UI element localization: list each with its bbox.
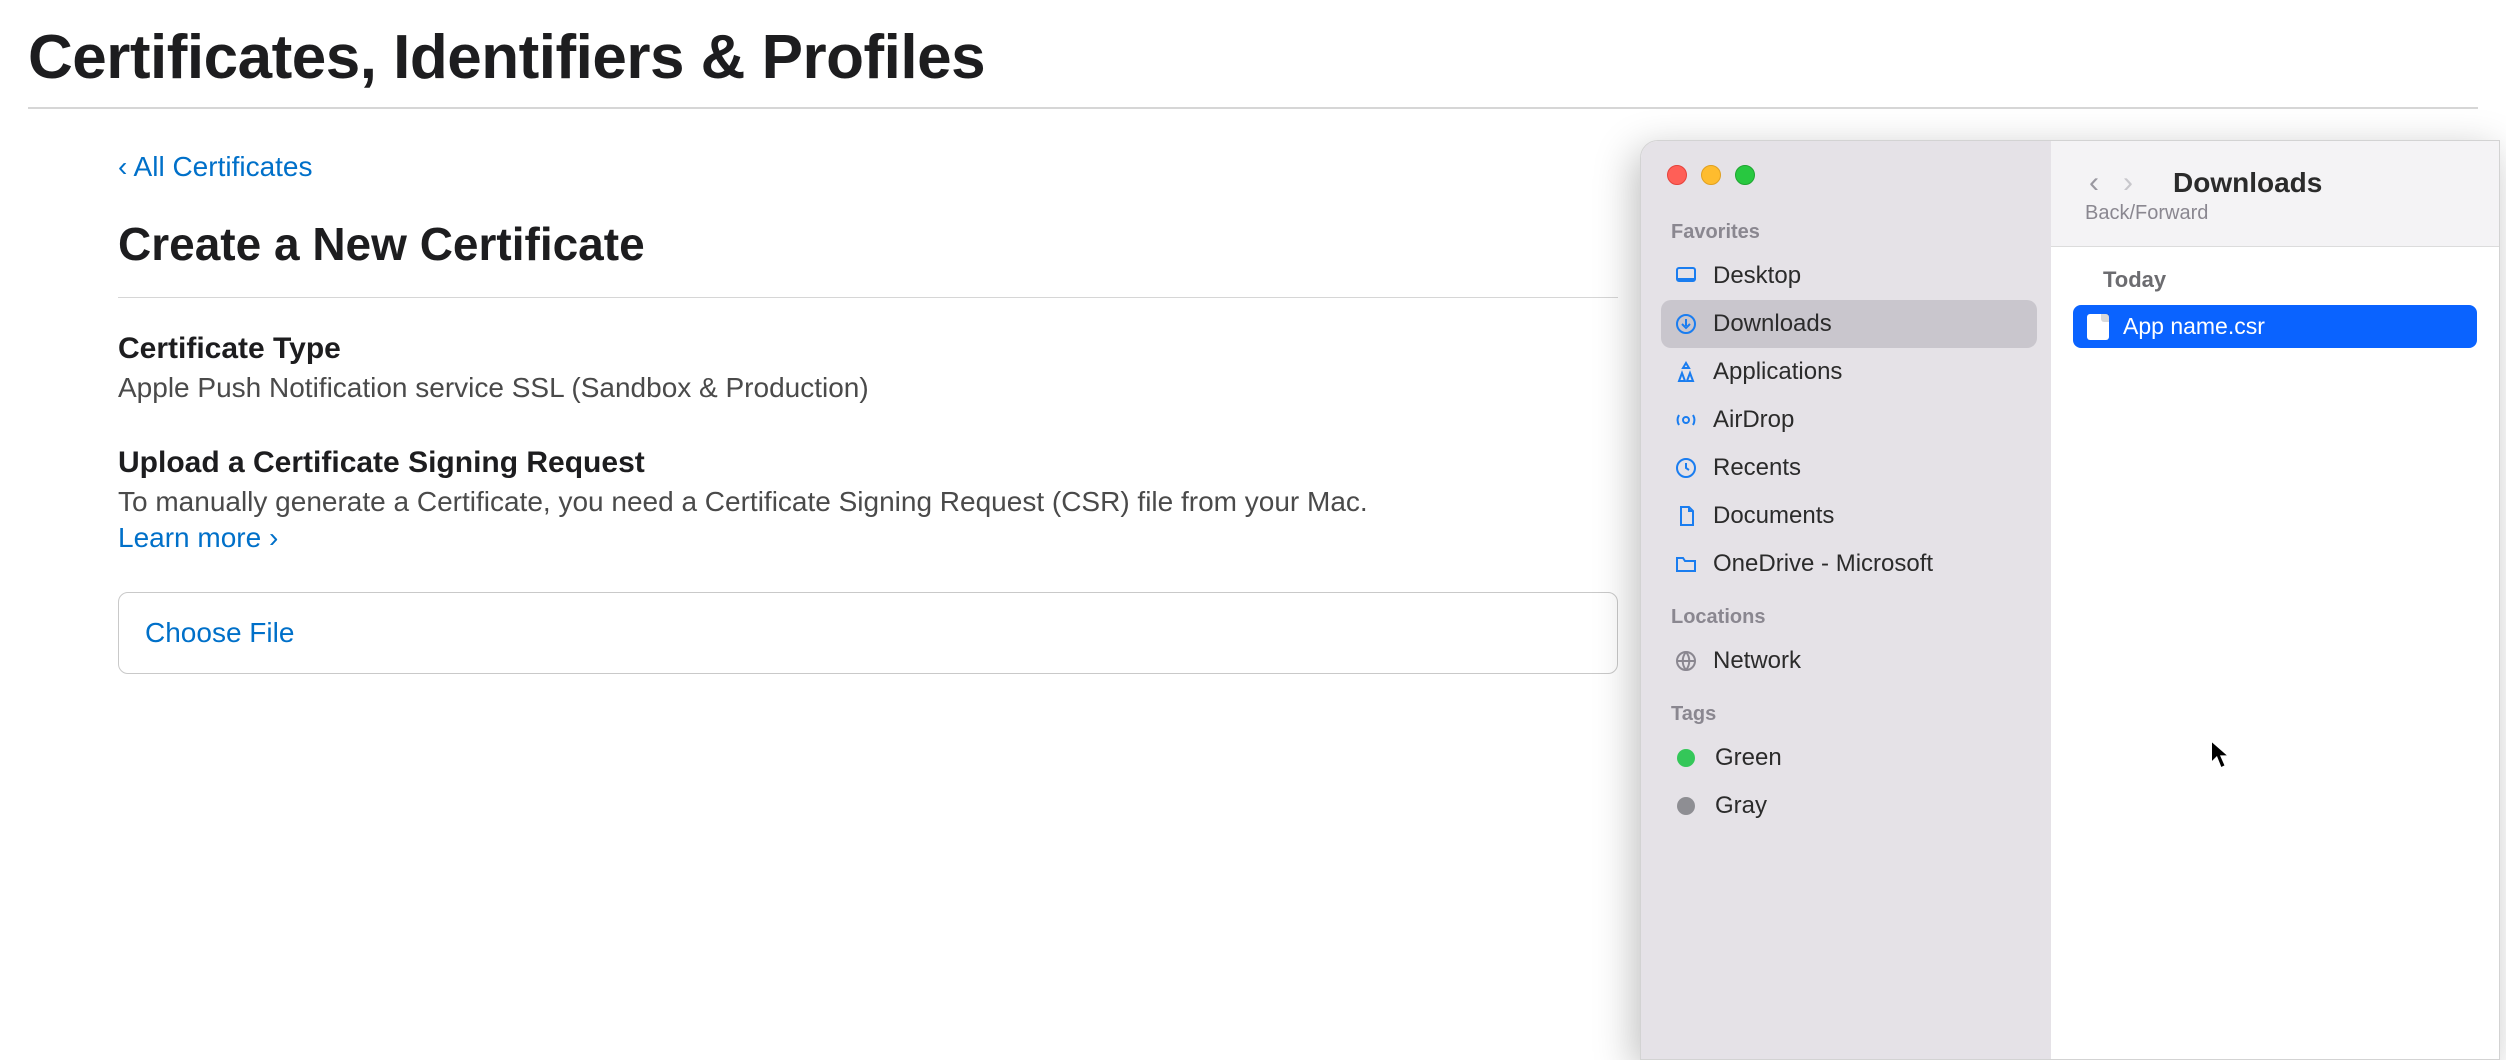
finder-main-pane: ‹ › Downloads Back/Forward Today App nam… (2051, 141, 2499, 1059)
learn-more-link[interactable]: Learn more › (118, 522, 278, 554)
nav-back-button[interactable]: ‹ (2085, 166, 2103, 200)
page-content: ‹ All Certificates Create a New Certific… (118, 151, 1618, 674)
tag-dot-green-icon (1677, 749, 1695, 767)
sidebar-section-tags: Tags (1671, 703, 2037, 726)
network-icon (1673, 648, 1699, 674)
page-title: Certificates, Identifiers & Profiles (28, 22, 2478, 93)
sidebar-item-downloads[interactable]: Downloads (1661, 300, 2037, 348)
window-minimize-button[interactable] (1701, 165, 1721, 185)
sidebar-section-locations: Locations (1671, 606, 2037, 629)
sidebar-item-label: Gray (1715, 792, 1767, 820)
sidebar-item-onedrive[interactable]: OneDrive - Microsoft (1661, 540, 2037, 588)
sidebar-item-network[interactable]: Network (1661, 637, 2037, 685)
sidebar-item-label: Documents (1713, 502, 1834, 530)
airdrop-icon (1673, 407, 1699, 433)
sidebar-item-label: Network (1713, 647, 1801, 675)
applications-icon (1673, 359, 1699, 385)
back-all-certificates-link[interactable]: ‹ All Certificates (118, 151, 313, 183)
desktop-icon (1673, 263, 1699, 289)
sidebar-item-recents[interactable]: Recents (1661, 444, 2037, 492)
file-group-label: Today (2103, 267, 2477, 293)
certificate-type-label: Certificate Type (118, 332, 1618, 366)
page-divider (28, 107, 2478, 109)
window-controls (1667, 165, 2037, 185)
sidebar-item-label: Recents (1713, 454, 1801, 482)
create-certificate-heading: Create a New Certificate (118, 217, 1618, 271)
sidebar-item-label: Applications (1713, 358, 1842, 386)
sidebar-item-label: Desktop (1713, 262, 1801, 290)
finder-toolbar: ‹ › Downloads Back/Forward (2051, 141, 2499, 247)
nav-forward-button[interactable]: › (2119, 166, 2137, 200)
file-row[interactable]: App name.csr (2073, 305, 2477, 348)
finder-back-forward-label: Back/Forward (2085, 202, 2481, 225)
sidebar-item-documents[interactable]: Documents (1661, 492, 2037, 540)
upload-csr-description: To manually generate a Certificate, you … (118, 486, 1618, 518)
sidebar-item-label: Downloads (1713, 310, 1832, 338)
sidebar-tag-green[interactable]: Green (1661, 734, 2037, 782)
downloads-icon (1673, 311, 1699, 337)
nav-arrows: ‹ › (2085, 166, 2137, 200)
folder-icon (1673, 551, 1699, 577)
sidebar-item-label: Green (1715, 744, 1782, 772)
sidebar-tag-gray[interactable]: Gray (1661, 782, 2037, 830)
sidebar-section-favorites: Favorites (1671, 221, 2037, 244)
file-name: App name.csr (2123, 313, 2265, 340)
window-close-button[interactable] (1667, 165, 1687, 185)
window-zoom-button[interactable] (1735, 165, 1755, 185)
sidebar-item-applications[interactable]: Applications (1661, 348, 2037, 396)
sidebar-item-desktop[interactable]: Desktop (1661, 252, 2037, 300)
finder-location-title: Downloads (2173, 167, 2322, 199)
finder-file-list[interactable]: Today App name.csr (2051, 247, 2499, 362)
file-icon (2087, 314, 2109, 340)
sidebar-item-airdrop[interactable]: AirDrop (1661, 396, 2037, 444)
choose-file-button[interactable]: Choose File (118, 592, 1618, 674)
documents-icon (1673, 503, 1699, 529)
finder-sidebar: Favorites Desktop Downloads Applications… (1641, 141, 2051, 1059)
tag-dot-gray-icon (1677, 797, 1695, 815)
upload-csr-label: Upload a Certificate Signing Request (118, 446, 1618, 480)
section-divider (118, 297, 1618, 298)
recents-icon (1673, 455, 1699, 481)
sidebar-item-label: OneDrive - Microsoft (1713, 550, 1933, 578)
finder-window[interactable]: Favorites Desktop Downloads Applications… (1640, 140, 2500, 1060)
certificate-type-value: Apple Push Notification service SSL (San… (118, 372, 1618, 404)
sidebar-item-label: AirDrop (1713, 406, 1794, 434)
